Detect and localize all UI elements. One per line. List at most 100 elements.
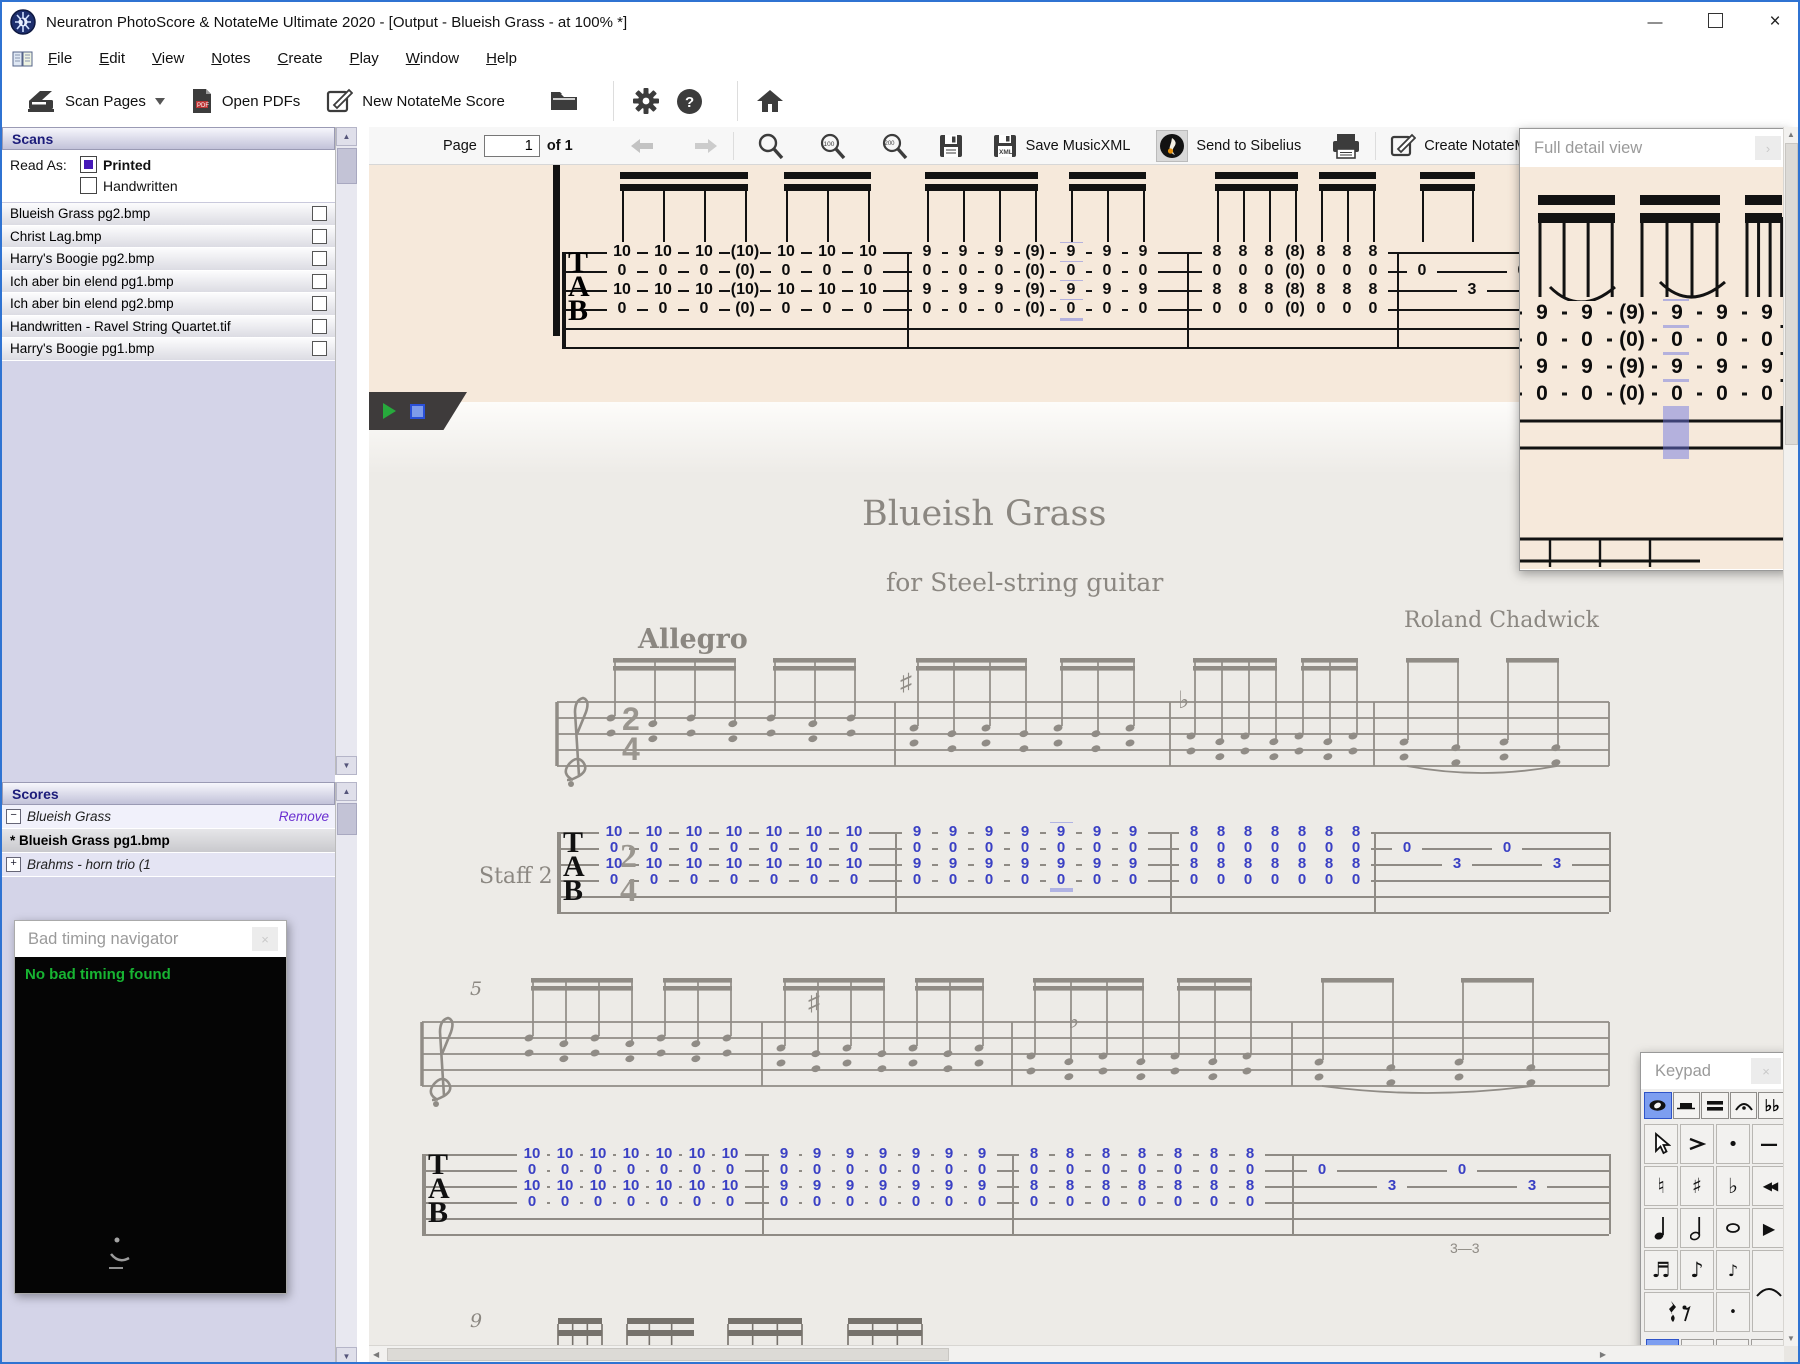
scroll-right-arrow-icon[interactable]: ▶ — [1600, 1350, 1606, 1359]
checkbox[interactable] — [312, 318, 327, 334]
checkbox[interactable] — [312, 228, 327, 244]
score-row[interactable]: + Brahms - horn trio (1 — [2, 853, 335, 877]
expand-icon[interactable]: + — [6, 857, 21, 872]
page-number-input[interactable] — [483, 134, 540, 157]
checkbox[interactable] — [80, 156, 97, 173]
keypad-button-rests-icon[interactable] — [1644, 1292, 1714, 1332]
menu-item-help[interactable]: Help — [486, 50, 517, 67]
maximize-button[interactable] — [1702, 12, 1728, 32]
close-icon[interactable]: × — [1751, 1058, 1781, 1084]
checkbox[interactable] — [312, 341, 327, 357]
bad-timing-header[interactable]: Bad timing navigator × — [15, 921, 286, 957]
help-icon[interactable]: ? — [676, 88, 703, 115]
scan-list-item[interactable]: Blueish Grass pg2.bmp — [2, 203, 335, 226]
scan-list-item[interactable]: Ich aber bin elend pg2.bmp — [2, 293, 335, 316]
keypad-button-tie-icon[interactable] — [1752, 1250, 1786, 1332]
scroll-down-arrow-icon[interactable]: ▼ — [1787, 1334, 1795, 1343]
keypad-button-play-icon[interactable]: ▶ — [1752, 1208, 1786, 1248]
keypad-button-quarter-note-alt-icon[interactable] — [1680, 1208, 1714, 1248]
next-page-icon[interactable] — [693, 138, 719, 154]
keypad-button-rewind-icon[interactable]: ◀◀ — [1752, 1166, 1786, 1206]
scan-list-item[interactable]: Handwritten - Ravel String Quartet.tif — [2, 315, 335, 338]
keypad-button-cursor-icon[interactable] — [1644, 1124, 1678, 1164]
checkbox[interactable] — [312, 296, 327, 312]
zoom-icon[interactable] — [756, 132, 784, 160]
zoom-100-icon[interactable]: 100 — [818, 132, 846, 160]
keypad-button-staccato-small-icon[interactable]: • — [1716, 1292, 1750, 1332]
keypad-tab-half-rest-icon[interactable] — [1672, 1092, 1701, 1119]
print-icon[interactable] — [1331, 133, 1361, 159]
keypad-button-sharp-icon[interactable]: ♯ — [1680, 1166, 1714, 1206]
folder-icon[interactable] — [549, 89, 579, 113]
menu-item-window[interactable]: Window — [406, 50, 459, 67]
scan-list-item[interactable]: Harry's Boogie pg2.bmp — [2, 248, 335, 271]
scan-list-item[interactable]: Harry's Boogie pg1.bmp — [2, 338, 335, 361]
scroll-up-arrow-icon[interactable]: ▲ — [336, 127, 357, 146]
close-icon[interactable]: › — [1755, 136, 1781, 160]
menu-item-file[interactable]: File — [48, 50, 72, 67]
read-as-option-printed[interactable]: Printed — [80, 156, 178, 173]
home-icon[interactable] — [756, 88, 784, 114]
horizontal-scrollbar[interactable]: ◀ ▶ — [369, 1345, 1784, 1362]
minimize-button[interactable]: ― — [1642, 14, 1668, 31]
keypad-button-tenuto-icon[interactable]: — — [1752, 1124, 1786, 1164]
checkbox[interactable] — [312, 206, 327, 222]
tab-fret-number: 0 — [1128, 300, 1158, 318]
keypad-button-staccato-icon[interactable]: • — [1716, 1124, 1750, 1164]
scan-pages-button[interactable]: Scan Pages — [26, 88, 165, 114]
keypad-tab-double-flat-icon[interactable]: ♭♭ — [1758, 1092, 1786, 1119]
scroll-down-arrow-icon[interactable]: ▼ — [336, 756, 357, 775]
keypad-tab-beam-icon[interactable] — [1701, 1092, 1729, 1119]
keypad-button-sixteenth-note-icon[interactable]: ♬ — [1644, 1250, 1678, 1290]
vertical-scrollbar[interactable]: ▲ ▼ — [1783, 127, 1798, 1346]
menu-item-edit[interactable]: Edit — [99, 50, 125, 67]
keypad-button-accent-icon[interactable] — [1680, 1124, 1714, 1164]
keypad-header[interactable]: Keypad × — [1641, 1053, 1789, 1090]
keypad-button-eighth-note-icon[interactable]: ♪ — [1680, 1250, 1714, 1290]
send-to-sibelius-button[interactable]: Send to Sibelius — [1196, 138, 1301, 154]
sibelius-icon[interactable] — [1156, 129, 1189, 162]
gear-icon[interactable] — [632, 87, 660, 115]
menu-item-notes[interactable]: Notes — [211, 50, 250, 67]
scroll-up-arrow-icon[interactable]: ▲ — [336, 782, 357, 801]
create-notateme-icon[interactable] — [1390, 133, 1417, 159]
full-detail-header[interactable]: Full detail view › — [1520, 129, 1789, 168]
close-button[interactable]: × — [1762, 11, 1788, 33]
keypad-tab-whole-note-icon[interactable] — [1644, 1092, 1672, 1119]
scan-list-item[interactable]: Christ Lag.bmp — [2, 225, 335, 248]
keypad-tab-fermata-icon[interactable] — [1729, 1092, 1758, 1119]
checkbox[interactable] — [80, 177, 97, 194]
zoom-out-100-icon[interactable]: 200 — [880, 132, 908, 160]
save-musicxml-icon[interactable]: XML — [992, 133, 1018, 159]
scroll-up-arrow-icon[interactable]: ▲ — [1787, 130, 1795, 139]
remove-link[interactable]: Remove — [279, 809, 329, 824]
menu-item-play[interactable]: Play — [350, 50, 379, 67]
save-musicxml-button[interactable]: Save MusicXML — [1026, 138, 1131, 154]
stop-icon[interactable] — [410, 403, 425, 419]
menu-item-view[interactable]: View — [152, 50, 184, 67]
keypad-button-flat-icon[interactable]: ♭ — [1716, 1166, 1750, 1206]
close-icon[interactable]: × — [252, 927, 278, 951]
score-row[interactable]: − Blueish Grass Remove — [2, 805, 335, 829]
scroll-down-arrow-icon[interactable]: ▼ — [336, 1347, 357, 1362]
scroll-left-arrow-icon[interactable]: ◀ — [373, 1350, 379, 1359]
collapse-icon[interactable]: − — [6, 809, 21, 824]
menu-item-create[interactable]: Create — [278, 50, 323, 67]
keypad-button-quarter-note-icon[interactable] — [1644, 1208, 1678, 1248]
read-as-option-handwritten[interactable]: Handwritten — [80, 177, 178, 194]
scans-scrollbar[interactable]: ▲ ▼ — [335, 127, 357, 775]
checkbox[interactable] — [312, 273, 327, 289]
checkbox[interactable] — [312, 251, 327, 267]
score-row[interactable]: * Blueish Grass pg1.bmp — [2, 829, 335, 853]
play-icon[interactable] — [383, 403, 396, 419]
read-as-label: Read As: — [10, 157, 67, 173]
previous-page-icon[interactable] — [629, 138, 655, 154]
keypad-button-whole-note-small-icon[interactable] — [1716, 1208, 1750, 1248]
keypad-button-eighth-note-small-icon[interactable]: ♪ — [1716, 1250, 1750, 1290]
keypad-button-natural-icon[interactable]: ♮ — [1644, 1166, 1678, 1206]
scores-scrollbar[interactable]: ▲ ▼ — [335, 782, 357, 1362]
scan-list-item[interactable]: Ich aber bin elend pg1.bmp — [2, 270, 335, 293]
new-notateme-score-button[interactable]: New NotateMe Score — [326, 88, 505, 114]
save-icon[interactable] — [938, 133, 964, 159]
open-pdfs-button[interactable]: PDF Open PDFs — [191, 88, 300, 114]
